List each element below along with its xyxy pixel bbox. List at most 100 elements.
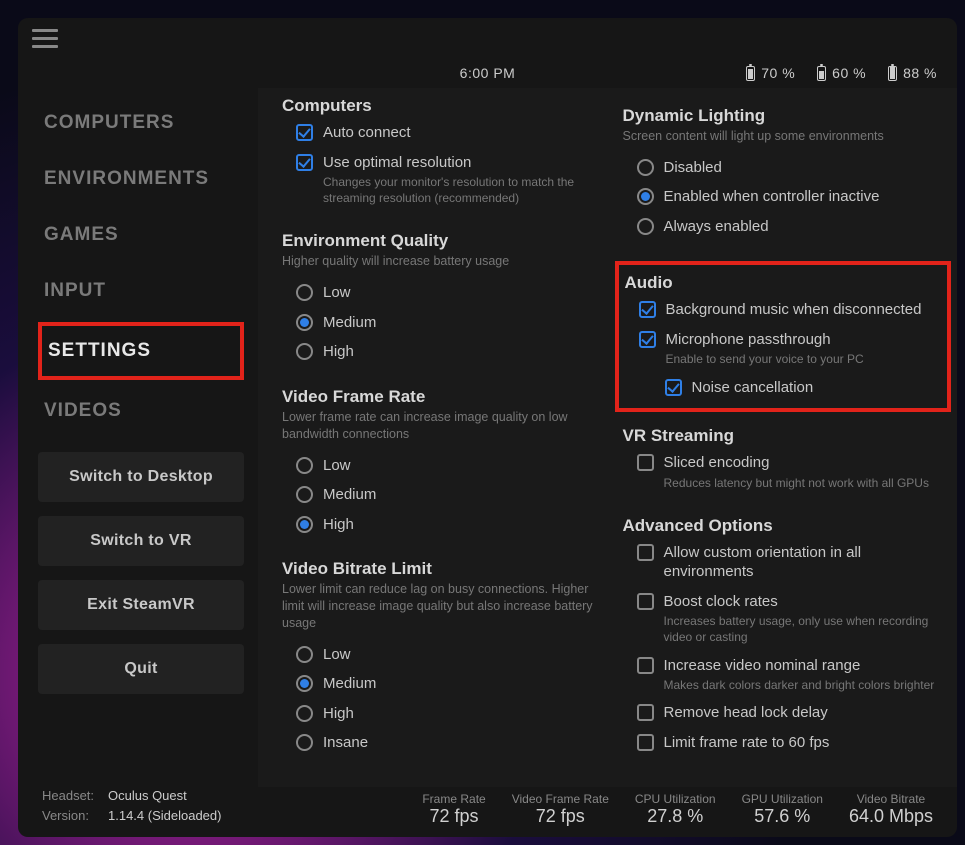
stat-label: GPU Utilization: [742, 792, 823, 806]
checkbox-icon: [637, 704, 654, 721]
stat-label: Video Frame Rate: [512, 792, 609, 806]
radio-icon: [296, 314, 313, 331]
sidebar-item-environments[interactable]: ENVIRONMENTS: [38, 154, 244, 204]
checkbox-icon: [637, 544, 654, 561]
option-custom-orientation[interactable]: Allow custom orientation in all environm…: [623, 538, 944, 587]
settings-col-right: Dynamic Lighting Screen content will lig…: [623, 96, 944, 779]
radio-env-medium[interactable]: Medium: [282, 308, 603, 338]
option-limit-60fps[interactable]: Limit frame rate to 60 fps: [623, 728, 944, 758]
section-environment-quality: Environment Quality Higher quality will …: [282, 231, 603, 366]
option-label: Low: [323, 645, 351, 665]
option-bg-music[interactable]: Background music when disconnected: [625, 295, 942, 325]
option-desc: Makes dark colors darker and bright colo…: [664, 677, 935, 693]
stat-frame-rate: Frame Rate 72 fps: [422, 792, 485, 827]
radio-light-always[interactable]: Always enabled: [623, 212, 944, 242]
section-title: Video Bitrate Limit: [282, 559, 603, 579]
option-label: Low: [323, 283, 351, 303]
section-subtitle: Lower limit can reduce lag on busy conne…: [282, 581, 603, 632]
hamburger-icon[interactable]: [32, 29, 58, 48]
option-sliced-encoding[interactable]: Sliced encoding Reduces latency but migh…: [623, 448, 944, 496]
switch-to-vr-button[interactable]: Switch to VR: [38, 516, 244, 566]
option-auto-connect[interactable]: Auto connect: [282, 118, 603, 148]
option-optimal-resolution[interactable]: Use optimal resolution Changes your moni…: [282, 148, 603, 212]
battery-percent: 88 %: [903, 65, 937, 81]
option-label: Background music when disconnected: [666, 300, 922, 320]
option-label: Sliced encoding: [664, 453, 929, 473]
sidebar-item-settings[interactable]: SETTINGS: [38, 322, 244, 380]
stat-video-frame-rate: Video Frame Rate 72 fps: [512, 792, 609, 827]
radio-icon: [296, 343, 313, 360]
checkbox-icon: [637, 657, 654, 674]
stat-label: Video Bitrate: [849, 792, 933, 806]
option-label: Use optimal resolution: [323, 153, 603, 173]
stat-value: 72 fps: [512, 806, 609, 827]
option-label: Allow custom orientation in all environm…: [664, 543, 944, 582]
settings-col-left: Computers Auto connect Use optimal resol…: [282, 96, 603, 779]
radio-br-medium[interactable]: Medium: [282, 669, 603, 699]
checkbox-icon: [637, 734, 654, 751]
radio-br-low[interactable]: Low: [282, 640, 603, 670]
option-noise-cancellation[interactable]: Noise cancellation: [625, 373, 942, 403]
radio-light-disabled[interactable]: Disabled: [623, 153, 944, 183]
radio-env-low[interactable]: Low: [282, 278, 603, 308]
sidebar-item-games[interactable]: GAMES: [38, 210, 244, 260]
option-label: Low: [323, 456, 351, 476]
radio-fr-high[interactable]: High: [282, 510, 603, 540]
stat-label: CPU Utilization: [635, 792, 716, 806]
section-video-bitrate-limit: Video Bitrate Limit Lower limit can redu…: [282, 559, 603, 758]
top-bar: [18, 18, 957, 58]
radio-br-high[interactable]: High: [282, 699, 603, 729]
exit-steamvr-button[interactable]: Exit SteamVR: [38, 580, 244, 630]
radio-fr-low[interactable]: Low: [282, 451, 603, 481]
stat-label: Frame Rate: [422, 792, 485, 806]
option-label: Medium: [323, 313, 376, 333]
section-audio: Audio Background music when disconnected…: [625, 273, 942, 402]
radio-env-high[interactable]: High: [282, 337, 603, 367]
option-boost-clocks[interactable]: Boost clock rates Increases battery usag…: [623, 587, 944, 651]
radio-light-inactive[interactable]: Enabled when controller inactive: [623, 182, 944, 212]
sidebar-item-input[interactable]: INPUT: [38, 266, 244, 316]
option-label: Insane: [323, 733, 368, 753]
option-mic-passthrough[interactable]: Microphone passthrough Enable to send yo…: [625, 325, 942, 373]
footer-version-label: Version:: [42, 806, 108, 826]
option-label: Microphone passthrough: [666, 330, 864, 350]
option-label: Limit frame rate to 60 fps: [664, 733, 830, 753]
stat-value: 72 fps: [422, 806, 485, 827]
section-subtitle: Lower frame rate can increase image qual…: [282, 409, 603, 443]
footer-headset-value: Oculus Quest: [108, 788, 187, 803]
sidebar-item-computers[interactable]: COMPUTERS: [38, 98, 244, 148]
checkbox-icon: [296, 124, 313, 141]
app-window: 6:00 PM 70 % 60 % 88 % COMPUTERS ENVIRON…: [18, 18, 957, 837]
quit-button[interactable]: Quit: [38, 644, 244, 694]
section-vr-streaming: VR Streaming Sliced encoding Reduces lat…: [623, 426, 944, 496]
radio-icon: [296, 486, 313, 503]
option-desc: Enable to send your voice to your PC: [666, 351, 864, 367]
battery-icon: [888, 66, 897, 81]
status-bar: 6:00 PM 70 % 60 % 88 %: [18, 58, 957, 88]
switch-to-desktop-button[interactable]: Switch to Desktop: [38, 452, 244, 502]
battery-group: 70 % 60 % 88 %: [746, 65, 937, 81]
radio-icon: [296, 646, 313, 663]
battery-1: 70 %: [746, 65, 795, 81]
option-label: High: [323, 342, 354, 362]
radio-fr-medium[interactable]: Medium: [282, 480, 603, 510]
radio-br-insane[interactable]: Insane: [282, 728, 603, 758]
option-nominal-range[interactable]: Increase video nominal range Makes dark …: [623, 651, 944, 699]
section-dynamic-lighting: Dynamic Lighting Screen content will lig…: [623, 106, 944, 241]
battery-icon: [746, 66, 755, 81]
stat-value: 57.6 %: [742, 806, 823, 827]
stat-gpu: GPU Utilization 57.6 %: [742, 792, 823, 827]
radio-icon: [637, 188, 654, 205]
checkbox-icon: [296, 154, 313, 171]
settings-panel: Computers Auto connect Use optimal resol…: [258, 88, 957, 787]
section-title: Audio: [625, 273, 942, 293]
radio-icon: [637, 218, 654, 235]
checkbox-icon: [637, 454, 654, 471]
battery-3: 88 %: [888, 65, 937, 81]
radio-icon: [296, 675, 313, 692]
footer-info: Headset:Oculus Quest Version:1.14.4 (Sid…: [42, 786, 221, 825]
sidebar-item-videos[interactable]: VIDEOS: [38, 386, 244, 436]
option-label: Medium: [323, 485, 376, 505]
option-headlock-delay[interactable]: Remove head lock delay: [623, 698, 944, 728]
stat-cpu: CPU Utilization 27.8 %: [635, 792, 716, 827]
